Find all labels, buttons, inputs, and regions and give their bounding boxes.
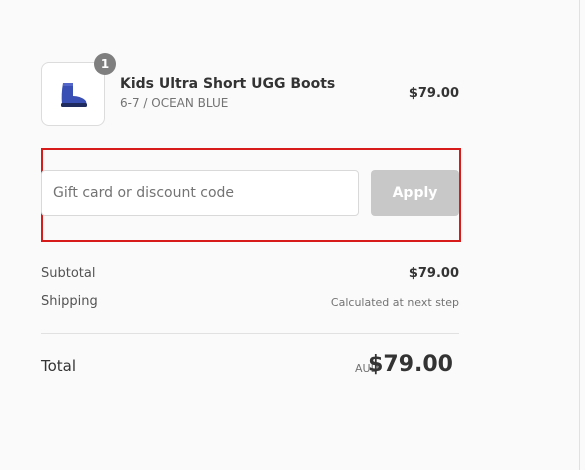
product-price: $79.00: [408, 86, 459, 101]
product-name: Kids Ultra Short UGG Boots: [120, 76, 336, 92]
line-item: 1 Kids Ultra Short UGG Boots 6-7 / OCEAN…: [41, 53, 459, 126]
shipping-value: Calculated at next step: [330, 296, 459, 309]
total-amount: $79.00: [368, 352, 453, 377]
subtotal-label: Subtotal: [41, 266, 96, 281]
boot-icon: [61, 83, 87, 107]
product-thumbnail: 1: [41, 53, 116, 126]
shipping-label: Shipping: [41, 294, 98, 309]
divider: [41, 333, 459, 334]
order-summary-sidebar: 1 Kids Ultra Short UGG Boots 6-7 / OCEAN…: [0, 0, 580, 470]
apply-button[interactable]: Apply: [371, 170, 459, 216]
discount-code-input[interactable]: [41, 170, 359, 216]
quantity-badge: 1: [94, 53, 116, 75]
subtotal-value: $79.00: [408, 266, 459, 281]
product-variant: 6-7 / OCEAN BLUE: [120, 96, 229, 110]
total-label: Total: [41, 357, 77, 375]
